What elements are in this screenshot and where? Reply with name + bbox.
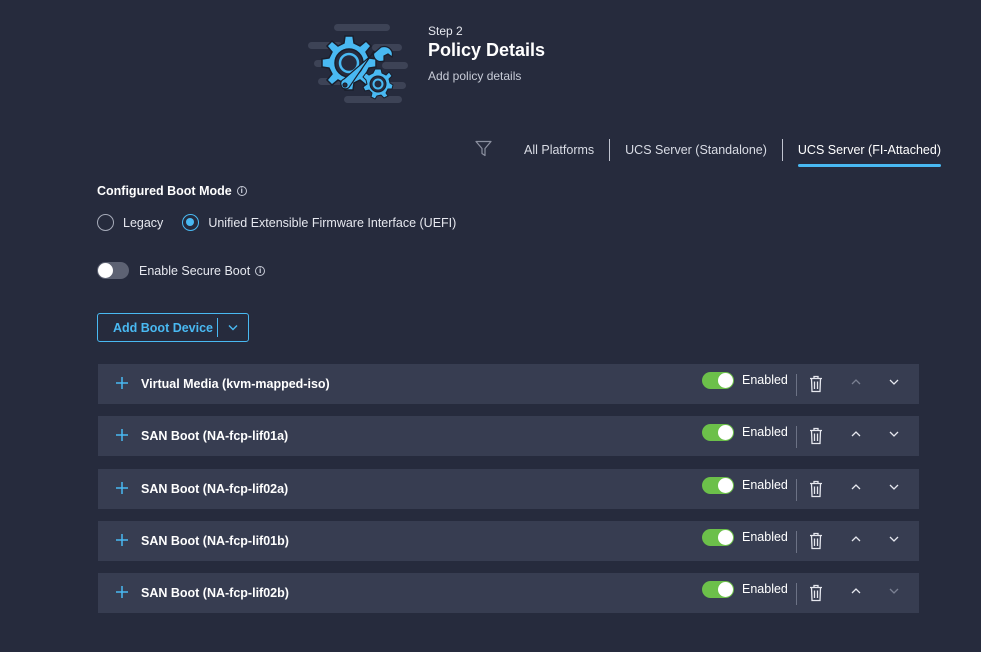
chevron-down-icon[interactable]: [888, 534, 900, 544]
enabled-toggle[interactable]: [702, 476, 734, 494]
divider: [796, 374, 797, 396]
boot-device-name: SAN Boot (NA-fcp-lif02a): [141, 481, 289, 496]
plus-icon[interactable]: [115, 428, 129, 442]
add-boot-device-button[interactable]: Add Boot Device: [97, 313, 249, 342]
trash-icon[interactable]: [809, 584, 823, 602]
enabled-toggle[interactable]: [702, 372, 734, 389]
tab-ucs-standalone[interactable]: UCS Server (Standalone): [625, 143, 767, 163]
add-boot-device-dropdown[interactable]: [218, 324, 248, 331]
boot-device-row: Virtual Media (kvm-mapped-iso) Enabled: [98, 364, 919, 404]
trash-icon[interactable]: [809, 375, 823, 393]
gear-wrench-icon: [308, 24, 408, 103]
chevron-down-icon[interactable]: [888, 482, 900, 492]
boot-device-row: SAN Boot (NA-fcp-lif01b) Enabled: [98, 520, 919, 561]
boot-device-row: SAN Boot (NA-fcp-lif01a) Enabled: [98, 416, 919, 457]
chevron-up-icon[interactable]: [850, 429, 862, 439]
plus-icon[interactable]: [115, 481, 129, 495]
boot-device-name: SAN Boot (NA-fcp-lif01a): [141, 429, 289, 444]
chevron-down-icon[interactable]: [888, 429, 900, 439]
boot-device-list: Virtual Media (kvm-mapped-iso) Enabled S…: [98, 364, 919, 625]
secure-boot-label: Enable Secure Boot: [139, 263, 251, 278]
chevron-down-icon[interactable]: [888, 586, 900, 596]
enabled-label: Enabled: [742, 529, 788, 544]
chevron-up-icon[interactable]: [850, 377, 862, 387]
boot-device-name: Virtual Media (kvm-mapped-iso): [141, 377, 330, 391]
uefi-radio[interactable]: [182, 214, 200, 231]
enabled-label: Enabled: [742, 425, 788, 440]
boot-mode-heading: Configured Boot Mode i: [97, 184, 247, 198]
tab-divider: [781, 139, 783, 161]
trash-icon[interactable]: [809, 480, 823, 498]
divider: [796, 583, 797, 606]
platform-tabs: All Platforms UCS Server (Standalone) UC…: [524, 139, 942, 167]
boot-mode-label: Configured Boot Mode: [97, 184, 232, 198]
chevron-down-icon: [228, 325, 238, 331]
boot-mode-radio-group: Legacy Unified Extensible Firmware Inter…: [97, 214, 475, 231]
legacy-radio[interactable]: [97, 214, 114, 231]
page-subtitle: Add policy details: [428, 69, 522, 83]
info-icon[interactable]: i: [255, 265, 266, 276]
info-icon[interactable]: i: [236, 186, 247, 196]
enabled-toggle[interactable]: [702, 424, 734, 442]
tab-divider: [609, 139, 611, 161]
boot-device-name: SAN Boot (NA-fcp-lif02b): [141, 586, 289, 601]
enabled-toggle[interactable]: [702, 528, 734, 546]
enabled-toggle[interactable]: [702, 581, 734, 599]
chevron-down-icon[interactable]: [888, 377, 900, 387]
chevron-up-icon[interactable]: [850, 534, 862, 544]
tab-all-platforms[interactable]: All Platforms: [524, 143, 594, 163]
secure-boot-row: Enable Secure Boot i: [97, 262, 266, 279]
enabled-label: Enabled: [742, 477, 788, 492]
step-indicator: Step 2: [428, 24, 463, 38]
boot-device-name: SAN Boot (NA-fcp-lif01b): [141, 533, 289, 548]
divider: [796, 478, 797, 501]
plus-icon[interactable]: [115, 376, 129, 390]
plus-icon[interactable]: [115, 585, 129, 599]
uefi-radio-label[interactable]: Unified Extensible Firmware Interface (U…: [208, 216, 456, 230]
enabled-label: Enabled: [742, 373, 788, 387]
tab-ucs-fi-attached[interactable]: UCS Server (FI-Attached): [797, 143, 942, 167]
page-title: Policy Details: [428, 40, 546, 60]
chevron-up-icon[interactable]: [850, 586, 862, 596]
chevron-up-icon[interactable]: [850, 482, 862, 492]
plus-icon[interactable]: [115, 533, 129, 547]
trash-icon[interactable]: [809, 427, 823, 445]
boot-device-row: SAN Boot (NA-fcp-lif02a) Enabled: [98, 468, 919, 509]
trash-icon[interactable]: [809, 532, 823, 550]
filter-icon[interactable]: [475, 140, 492, 157]
enabled-label: Enabled: [742, 582, 788, 597]
divider: [796, 530, 797, 553]
boot-device-row: SAN Boot (NA-fcp-lif02b) Enabled: [98, 573, 919, 614]
legacy-radio-label[interactable]: Legacy: [123, 216, 163, 230]
divider: [796, 426, 797, 449]
secure-boot-toggle[interactable]: [97, 262, 129, 279]
add-boot-device-label[interactable]: Add Boot Device: [98, 321, 217, 335]
